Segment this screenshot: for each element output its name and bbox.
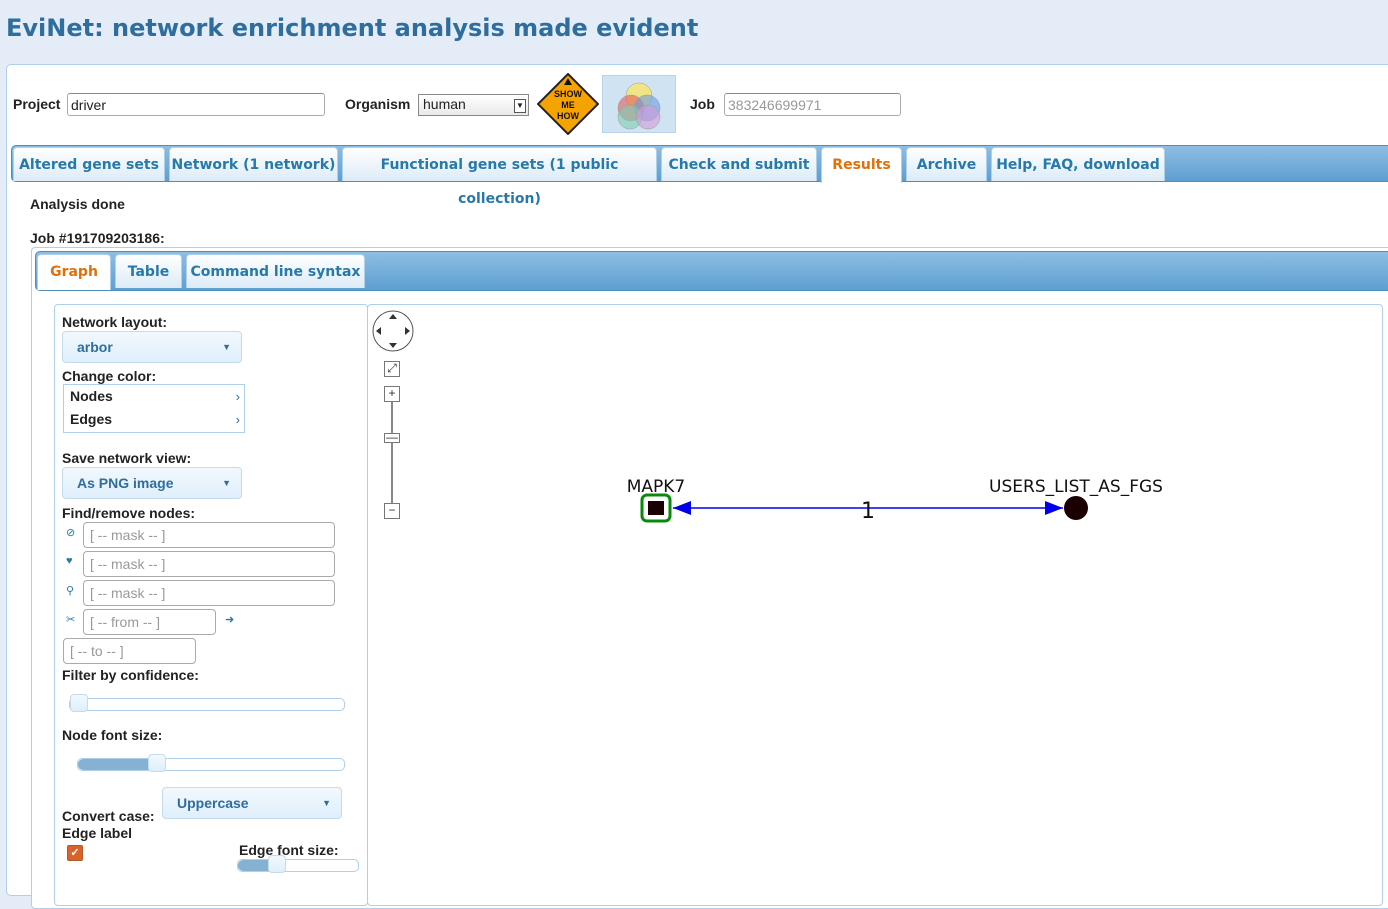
- edge-label: 1: [861, 499, 875, 524]
- graph-panel: ⤢ + — − 1 MAPK7 USERS_LIST_AS_FGS: [367, 304, 1383, 906]
- convert-case-label: Convert case:: [62, 808, 155, 824]
- convert-case-value: Uppercase: [177, 795, 249, 811]
- mask-input-highlight[interactable]: [83, 551, 335, 577]
- tab-check-and-submit[interactable]: Check and submit: [661, 147, 817, 181]
- venn-diagram-icon[interactable]: [602, 75, 676, 133]
- tab-help-faq-download[interactable]: Help, FAQ, download: [991, 147, 1165, 181]
- edge-label-checkbox[interactable]: ✓: [67, 845, 83, 861]
- job-label: Job: [690, 96, 715, 112]
- hide-icon[interactable]: ⊘: [66, 526, 75, 539]
- organism-value: human: [423, 96, 466, 112]
- organism-label: Organism: [345, 96, 411, 112]
- confidence-slider[interactable]: [69, 694, 345, 712]
- save-view-select[interactable]: As PNG image ▼: [62, 467, 242, 499]
- graph-node-label: MAPK7: [627, 477, 686, 497]
- tab-functional-gene-sets[interactable]: Functional gene sets (1 public collectio…: [342, 147, 657, 207]
- network-layout-select[interactable]: arbor ▼: [62, 331, 242, 363]
- confidence-slider-handle[interactable]: [70, 694, 88, 712]
- job-heading: Job #191709203186:: [30, 230, 165, 246]
- heart-icon[interactable]: ♥: [66, 555, 73, 567]
- edge-arrowhead-right: [1045, 501, 1063, 515]
- app-title: EviNet: network enrichment analysis made…: [6, 14, 699, 42]
- save-view-value: As PNG image: [77, 475, 174, 491]
- save-view-label: Save network view:: [62, 450, 192, 466]
- chevron-down-icon: ▼: [514, 99, 526, 113]
- edge-font-slider-handle[interactable]: [268, 855, 286, 873]
- tab-command-line-syntax[interactable]: Command line syntax: [186, 254, 365, 288]
- arrow-right-icon[interactable]: ➜: [225, 613, 234, 626]
- color-menu-nodes[interactable]: Nodes: [70, 388, 113, 404]
- edge-font-label: Edge font size:: [239, 842, 339, 858]
- edge-label-label: Edge label: [62, 825, 133, 841]
- path-from-input[interactable]: [83, 609, 216, 635]
- project-input[interactable]: [67, 93, 325, 116]
- show-me-how-line-1: SHOW: [554, 89, 583, 99]
- network-layout-value: arbor: [77, 339, 113, 355]
- node-font-label: Node font size:: [62, 727, 163, 743]
- scissors-icon[interactable]: ✂: [66, 613, 75, 626]
- node-font-slider[interactable]: [77, 754, 345, 772]
- node-font-slider-range: [78, 759, 156, 770]
- analysis-status: Analysis done: [30, 196, 125, 212]
- mask-input-hide[interactable]: [83, 522, 335, 548]
- chevron-down-icon: ▼: [222, 342, 231, 352]
- chevron-right-icon: ›: [235, 412, 240, 427]
- tab-archive[interactable]: Archive: [906, 147, 987, 181]
- network-graph: 1 MAPK7 USERS_LIST_AS_FGS: [627, 477, 1163, 524]
- chevron-down-icon: ▼: [222, 478, 231, 488]
- organism-select[interactable]: human ▼: [418, 94, 529, 116]
- chevron-down-icon: ▼: [322, 798, 331, 808]
- controls-panel: Network layout: arbor ▼ Change color: No…: [54, 304, 368, 906]
- tab-network[interactable]: Network (1 network): [169, 147, 338, 181]
- tab-results[interactable]: Results: [821, 147, 902, 183]
- edge-font-slider[interactable]: [237, 855, 359, 873]
- color-menu: Nodes › Edges ›: [63, 384, 245, 433]
- change-color-label: Change color:: [62, 368, 157, 384]
- show-me-how-line-2: ME: [561, 100, 575, 110]
- chevron-right-icon: ›: [235, 389, 240, 404]
- show-me-how-sign[interactable]: SHOW ME HOW: [537, 73, 599, 135]
- project-label: Project: [13, 96, 61, 112]
- graph-node-mapk7[interactable]: [648, 501, 664, 515]
- convert-case-select[interactable]: Uppercase ▼: [162, 787, 342, 819]
- job-input[interactable]: [724, 93, 901, 116]
- network-layout-label: Network layout:: [62, 314, 168, 330]
- tab-graph[interactable]: Graph: [37, 254, 111, 290]
- search-icon[interactable]: ⚲: [66, 584, 74, 597]
- mask-input-find[interactable]: [83, 580, 335, 606]
- edge-arrowhead-left: [673, 501, 691, 515]
- filter-confidence-label: Filter by confidence:: [62, 667, 199, 683]
- find-remove-label: Find/remove nodes:: [62, 505, 196, 521]
- graph-node-users-list[interactable]: [1064, 496, 1088, 520]
- tab-table[interactable]: Table: [115, 254, 182, 288]
- show-me-how-line-3: HOW: [557, 111, 580, 121]
- tab-altered-gene-sets[interactable]: Altered gene sets: [13, 147, 165, 181]
- color-menu-edges[interactable]: Edges: [70, 411, 112, 427]
- path-to-input[interactable]: [63, 638, 196, 664]
- node-font-slider-handle[interactable]: [148, 754, 166, 772]
- graph-node-label: USERS_LIST_AS_FGS: [989, 477, 1163, 497]
